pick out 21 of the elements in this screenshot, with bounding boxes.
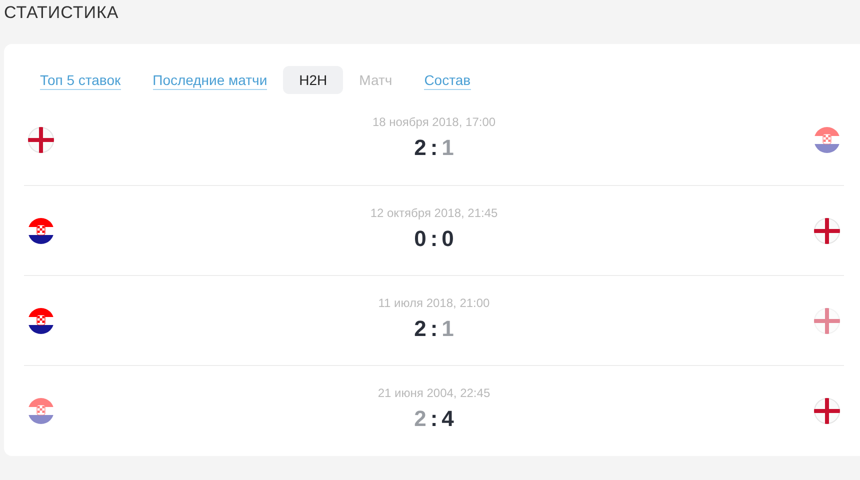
section-title: СТАТИСТИКА [4, 2, 120, 24]
tab[interactable]: Топ 5 ставок [24, 66, 137, 94]
team-score: 0 [414, 224, 426, 252]
team-score: 4 [442, 405, 454, 433]
team-score: 2 [414, 405, 426, 433]
team-score: 2 [414, 134, 426, 162]
tab[interactable]: Последние матчи [136, 66, 284, 94]
tab[interactable]: Состав [408, 66, 487, 94]
score-separator: : [430, 405, 438, 433]
score-separator: : [430, 314, 438, 342]
team-score: 1 [442, 134, 454, 162]
match-date: 18 ноября 2018, 17:00 [372, 114, 496, 130]
tab[interactable]: H2H [283, 66, 344, 94]
match-date: 11 июля 2018, 21:00 [378, 294, 490, 310]
team-score: 1 [442, 314, 454, 342]
score-separator: : [430, 224, 438, 252]
match-date: 12 октября 2018, 21:45 [370, 204, 498, 220]
team-score: 2 [414, 314, 426, 342]
match-date: 21 июня 2004, 22:45 [378, 385, 490, 401]
score-separator: : [430, 134, 438, 162]
team-score: 0 [442, 224, 454, 252]
